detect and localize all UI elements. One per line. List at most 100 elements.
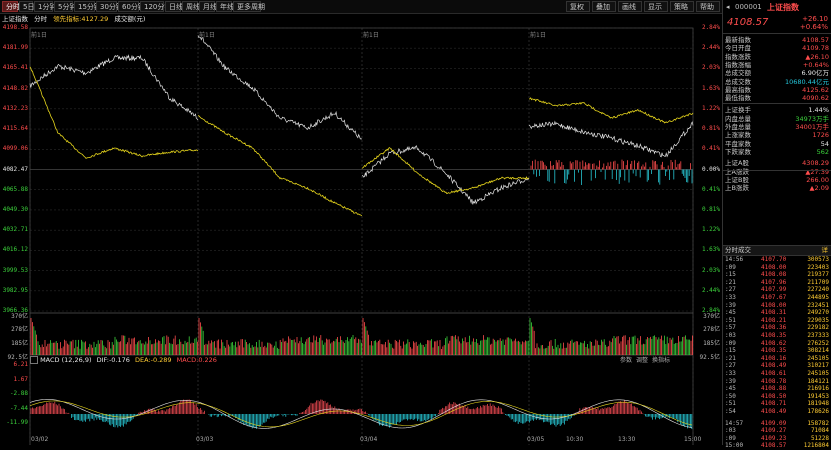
- price-tick-label: 4181.99: [2, 44, 28, 52]
- stat-label: 总成交数: [725, 77, 751, 86]
- macd-tool-2[interactable]: 换指标: [652, 357, 670, 364]
- price-tick-label: 4049.30: [2, 205, 28, 213]
- macd-dea: DEA:-0.289: [134, 356, 172, 364]
- price-tick-label: 4065.88: [2, 185, 28, 193]
- trades-detail-button[interactable]: 详: [822, 246, 829, 255]
- trade-row: :15 4108.08 219377: [723, 271, 831, 279]
- trade-row: :03 4109.27 71084: [723, 427, 831, 435]
- volume-tick-label: 185亿: [703, 340, 720, 347]
- tab-1[interactable]: 5日: [19, 1, 34, 12]
- tab-2[interactable]: 1分钟: [34, 1, 56, 12]
- trade-time: :57: [725, 324, 736, 332]
- chart-canvas: [29, 27, 694, 445]
- stat-value: 4090.62: [802, 94, 829, 103]
- trade-price: 4108.88: [761, 385, 787, 393]
- stat-value: 54: [820, 139, 829, 148]
- tab-12[interactable]: 更多周期: [233, 1, 265, 12]
- stat-value: 34973万手: [795, 114, 829, 123]
- trade-volume: 158782: [807, 419, 829, 427]
- stat-label: 上涨家数: [725, 131, 751, 140]
- price-change: +26.10: [802, 15, 828, 23]
- trade-row: :27 4107.99 227240: [723, 286, 831, 294]
- time-tick-label: 03/05: [527, 436, 545, 443]
- price-tick-label: 4132.23: [2, 104, 28, 112]
- trade-time: :27: [725, 286, 736, 294]
- trade-price: 4107.67: [761, 294, 787, 301]
- stat-value: 4109.78: [802, 44, 829, 53]
- average-line: [29, 66, 199, 159]
- volume-tick-label: 185亿: [11, 340, 28, 347]
- trade-price: 4108.00: [761, 301, 787, 309]
- stat-label: 上证换手: [725, 106, 751, 115]
- trade-time: :15: [725, 347, 736, 355]
- trade-volume: 245105: [807, 354, 829, 362]
- stat-value: 266.00: [806, 175, 829, 184]
- trade-time: :09: [725, 339, 736, 347]
- tab-5[interactable]: 30分钟: [96, 1, 123, 12]
- trade-row: :09 4108.62 276252: [723, 340, 831, 348]
- trade-time: 14:57: [725, 419, 744, 427]
- macd-tool-1[interactable]: 调整: [636, 357, 648, 364]
- toolbar-button-5[interactable]: 帮助: [696, 1, 720, 12]
- price-tick-label: 4198.58: [2, 24, 28, 31]
- tab-9[interactable]: 周线: [182, 1, 200, 12]
- macd-tool-0[interactable]: 参数: [620, 357, 632, 364]
- stat-row: 最低指数 4090.62: [725, 94, 829, 102]
- average-line: [361, 147, 530, 195]
- stat-row: 上A涨跌 ▲27.39: [725, 168, 829, 176]
- stat-row: 平盘家数 54: [725, 140, 829, 148]
- trade-time: :50: [725, 392, 736, 400]
- stats-divider: [723, 170, 831, 171]
- tab-8[interactable]: 日线: [165, 1, 183, 12]
- stat-row: 内盘总量 34973万手: [725, 115, 829, 123]
- trade-price: 4108.78: [761, 377, 787, 385]
- stat-value: 1726: [812, 131, 829, 140]
- stat-row: 指数涨幅 +0.64%: [725, 61, 829, 69]
- volume-tick-label: 370亿: [11, 313, 28, 320]
- toolbar-button-1[interactable]: 叠加: [592, 1, 616, 12]
- tab-10[interactable]: 月线: [199, 1, 217, 12]
- tab-0[interactable]: 分时: [2, 1, 20, 12]
- trade-row: :45 4108.31 249270: [723, 309, 831, 317]
- trade-volume: 219377: [807, 271, 829, 279]
- trade-row: :15 4108.35 308214: [723, 347, 831, 355]
- trades-header: 分时成交 详: [723, 245, 831, 256]
- trade-price: 4109.23: [761, 434, 787, 442]
- lead-indicator-label: 领先指标:4127.29: [53, 15, 109, 23]
- trade-time: :27: [725, 362, 736, 370]
- trade-time: :09: [725, 434, 736, 442]
- trade-volume: 229182: [807, 324, 829, 332]
- tab-3[interactable]: 5分钟: [54, 1, 76, 12]
- tab-4[interactable]: 15分钟: [74, 1, 101, 12]
- macd-tick-label: -11.99: [6, 419, 28, 426]
- price-tick-label: 3982.95: [2, 286, 28, 294]
- trade-volume: 300573: [807, 256, 829, 263]
- macd-label: MACD (12,26,9): [40, 356, 92, 364]
- trade-time: :33: [725, 294, 736, 301]
- pct-tick-label: 0.41%: [701, 145, 720, 153]
- macd-header: MACD (12,26,9) DIF:-0.176 DEA:-0.289 MAC…: [30, 356, 217, 365]
- tab-11[interactable]: 年线: [216, 1, 234, 12]
- trade-volume: 232451: [807, 301, 829, 309]
- average-line: [197, 115, 362, 216]
- pct-tick-label: 2.44%: [701, 44, 720, 52]
- trade-volume: 216916: [807, 385, 829, 393]
- macd-value: MACD:0.226: [176, 356, 217, 364]
- tab-7[interactable]: 120分钟: [140, 1, 171, 12]
- trade-volume: 1216804: [803, 442, 829, 450]
- toolbar-button-4[interactable]: 策略: [670, 1, 694, 12]
- toolbar-button-2[interactable]: 画线: [618, 1, 642, 12]
- macd-tools: 参数 调整 换指标: [620, 356, 674, 365]
- trade-price: 4107.70: [761, 256, 787, 263]
- trade-volume: 51228: [810, 434, 829, 442]
- trade-row: :45 4108.88 216916: [723, 385, 831, 393]
- tab-6[interactable]: 60分钟: [118, 1, 145, 12]
- toolbar-button-3[interactable]: 显示: [644, 1, 668, 12]
- panel-arrow-icon[interactable]: ◂: [726, 3, 730, 11]
- stat-row: 上B涨跌 ▲2.09: [725, 184, 829, 192]
- stat-label: 下跌家数: [725, 147, 751, 156]
- pct-tick-label: 0.00%: [701, 165, 720, 173]
- toolbar-button-0[interactable]: 复权: [566, 1, 590, 12]
- chart-legend: 上证指数 分时 领先指标:4127.29 成交额(元): [2, 14, 149, 24]
- macd-toggle-icon[interactable]: [30, 356, 38, 364]
